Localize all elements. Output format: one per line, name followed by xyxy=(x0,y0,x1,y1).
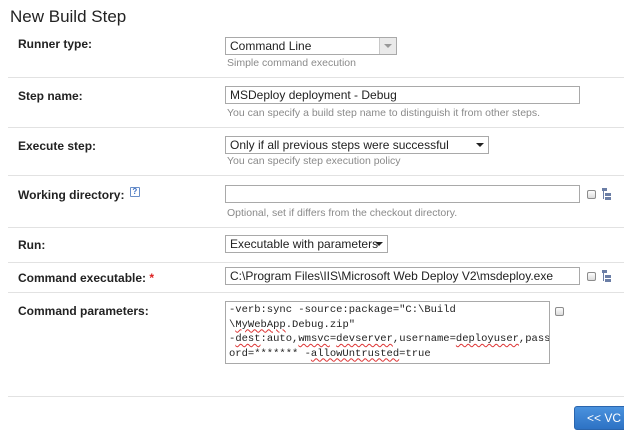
text-editor-icon[interactable] xyxy=(555,307,564,316)
command-parameters-textarea[interactable]: -verb:sync -source:package="C:\Build \MyW… xyxy=(225,301,550,364)
command-executable-input[interactable]: C:\Program Files\IIS\Microsoft Web Deplo… xyxy=(225,267,580,285)
runner-type-dropdown-button[interactable] xyxy=(379,38,396,54)
command-executable-label-group: Command executable: * xyxy=(18,271,154,285)
misspelled-word: MyWebApp xyxy=(235,318,286,331)
required-mark: * xyxy=(149,271,155,285)
misspelled-word: devserver xyxy=(336,333,393,345)
page-title: New Build Step xyxy=(10,7,127,26)
command-parameters-line: \MyWebApp.Debug.zip" xyxy=(229,318,356,331)
chevron-down-icon xyxy=(375,242,383,246)
command-executable-label: Command executable: xyxy=(18,271,147,285)
execute-step-note: You can specify step execution policy xyxy=(227,155,401,167)
text-editor-icon[interactable] xyxy=(587,272,596,281)
runner-type-combobox[interactable]: Command Line xyxy=(225,37,397,55)
help-icon[interactable]: ? xyxy=(129,187,140,197)
misspelled-word: dest xyxy=(235,333,261,345)
step-name-input[interactable]: MSDeploy deployment - Debug xyxy=(225,86,580,104)
chevron-down-icon xyxy=(476,143,484,147)
command-parameters-line: -dest:auto,wmsvc=devserver,username=depl… xyxy=(229,333,550,345)
run-select[interactable]: Executable with parameters xyxy=(225,235,388,253)
chevron-down-icon xyxy=(384,44,392,48)
execute-step-label: Execute step: xyxy=(18,139,97,153)
execute-step-select[interactable]: Only if all previous steps were successf… xyxy=(225,136,489,154)
command-parameters-line: ord=******* -allowUntrusted=true xyxy=(229,347,431,360)
working-directory-label: Working directory: xyxy=(18,188,125,202)
runner-type-value: Command Line xyxy=(230,39,312,53)
runner-type-note: Simple command execution xyxy=(227,57,356,69)
working-directory-input[interactable] xyxy=(225,185,580,203)
runner-type-label: Runner type: xyxy=(18,37,93,51)
working-directory-label-group: Working directory: ? xyxy=(18,187,140,202)
directory-tree-icon[interactable] xyxy=(602,188,612,200)
misspelled-word: wmsvc xyxy=(298,333,330,345)
working-directory-note: Optional, set if differs from the checko… xyxy=(227,207,458,219)
command-parameters-label: Command parameters: xyxy=(18,304,149,318)
execute-step-value: Only if all previous steps were successf… xyxy=(230,138,449,152)
directory-tree-icon[interactable] xyxy=(602,270,612,282)
run-value: Executable with parameters xyxy=(230,237,379,251)
misspelled-word: deployuser xyxy=(455,333,519,345)
command-parameters-line: -verb:sync -source:package="C:\Build xyxy=(229,304,456,316)
text-editor-icon[interactable] xyxy=(587,190,596,199)
step-name-label: Step name: xyxy=(18,89,83,103)
back-button[interactable]: << VC xyxy=(574,406,624,430)
run-label: Run: xyxy=(18,238,46,252)
step-name-note: You can specify a build step name to dis… xyxy=(227,107,541,119)
misspelled-word: allowUntrusted xyxy=(310,347,400,360)
